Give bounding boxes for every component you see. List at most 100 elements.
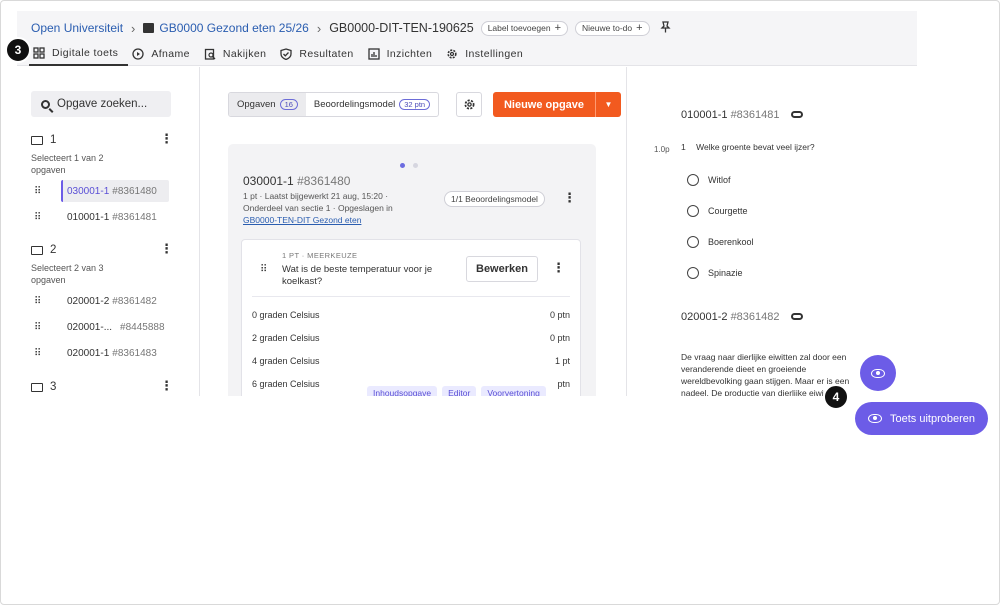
- breadcrumb-item-university[interactable]: Open Universiteit: [31, 21, 123, 35]
- section-header[interactable]: 1 ⋮: [31, 132, 181, 147]
- add-label-button[interactable]: Label toevoegen +: [480, 20, 569, 36]
- caret-down-icon[interactable]: ▼: [595, 92, 621, 117]
- count-badge: 32 ptn: [399, 99, 431, 110]
- drag-handle-icon[interactable]: ⠿: [31, 296, 51, 307]
- more-vertical-icon[interactable]: ⋮: [563, 191, 576, 204]
- tab-label: Inzichten: [386, 47, 433, 60]
- question-id: #8361482: [730, 311, 780, 323]
- chip-editor[interactable]: Editor: [442, 386, 477, 396]
- preview-panel: 010001-1 #8361481 1.0p 1 Welke groente b…: [627, 67, 917, 396]
- chip-inhoudsopgave[interactable]: Inhoudsopgave: [367, 386, 438, 396]
- tab-afname[interactable]: Afname: [128, 41, 200, 66]
- chart-icon: [367, 47, 380, 60]
- book-icon: [143, 23, 155, 33]
- try-test-button[interactable]: Toets uitproberen: [855, 402, 988, 435]
- grid-icon: [33, 46, 45, 59]
- question-number: 1: [681, 142, 686, 152]
- card-title: 030001-1 #8361480: [243, 174, 350, 188]
- answer-label: 0 graden Celsius: [252, 310, 320, 320]
- question-code: 010001-1: [67, 211, 110, 223]
- section-3: 3 ⋮: [31, 379, 181, 394]
- new-question-button[interactable]: Nieuwe opgave ▼: [493, 92, 621, 117]
- tab-label: Afname: [151, 47, 190, 60]
- list-item[interactable]: ⠿ 020001-... #8445888: [31, 316, 181, 338]
- folder-icon: [31, 382, 43, 392]
- model-pill[interactable]: 1/1 Beoordelingsmodel: [444, 191, 545, 207]
- section-1: 1 ⋮ Selecteert 1 van 2 opgaven ⠿ 030001-…: [31, 132, 181, 228]
- view-toggle: Opgaven 16 Beoordelingsmodel 32 ptn: [228, 92, 440, 117]
- preview-fab[interactable]: [860, 355, 896, 391]
- tab-instellingen[interactable]: Instellingen: [442, 41, 533, 66]
- radio-option[interactable]: Courgette: [687, 205, 748, 217]
- editor-panel: Opgaven 16 Beoordelingsmodel 32 ptn Nieu…: [200, 67, 627, 396]
- question-line: 1 Welke groente bevat veel ijzer?: [681, 142, 815, 152]
- list-item[interactable]: ⠿ 010001-1 #8361481: [31, 206, 181, 228]
- search-input[interactable]: Opgave zoeken...: [31, 91, 171, 117]
- screenshot-frame: Open Universiteit › GB0000 Gezond eten 2…: [0, 0, 1000, 605]
- more-vertical-icon[interactable]: ⋮: [160, 132, 173, 145]
- breadcrumb-item-course[interactable]: GB0000 Gezond eten 25/26: [159, 21, 308, 35]
- breadcrumb: Open Universiteit › GB0000 Gezond eten 2…: [31, 19, 671, 37]
- play-circle-icon: [132, 47, 144, 60]
- carousel-dot[interactable]: [400, 163, 405, 168]
- section-2: 2 ⋮ Selecteert 2 van 3 opgaven ⠿ 020001-…: [31, 242, 181, 364]
- question-code: 020001-1: [67, 347, 110, 359]
- tab-opgaven[interactable]: Opgaven 16: [229, 93, 306, 116]
- answer-label: 6 graden Celsius: [252, 379, 320, 389]
- more-vertical-icon[interactable]: ⋮: [160, 242, 173, 255]
- section-number: 3: [50, 381, 57, 393]
- gear-icon: [446, 48, 458, 60]
- link-icon[interactable]: [790, 313, 803, 320]
- pin-icon[interactable]: [659, 20, 671, 36]
- list-item[interactable]: ⠿ 020001-2 #8361482: [31, 290, 181, 312]
- question-id: #8361483: [112, 347, 157, 359]
- tab-resultaten[interactable]: Resultaten: [276, 41, 363, 66]
- list-item[interactable]: ⠿ 020001-1 #8361483: [31, 342, 181, 364]
- section-header[interactable]: 2 ⋮: [31, 242, 181, 257]
- tab-digitale-toets[interactable]: Digitale toets: [29, 41, 129, 66]
- main-tabs: Digitale toets Afname Nakijken Resultate…: [29, 41, 533, 66]
- folder-icon: [31, 135, 43, 145]
- radio-button[interactable]: [687, 236, 699, 248]
- option-label: Boerenkool: [708, 237, 754, 247]
- drag-handle-icon[interactable]: ⠿: [31, 348, 51, 359]
- tab-inzichten[interactable]: Inzichten: [364, 41, 443, 66]
- question-text: Welke groente bevat veel ijzer?: [696, 142, 815, 152]
- step-badge-3: 3: [5, 37, 31, 63]
- divider: [252, 296, 570, 297]
- list-item[interactable]: ⠿ 030001-1 #8361480: [31, 180, 181, 202]
- plus-icon: +: [636, 21, 643, 34]
- chevron-right-icon: ›: [316, 20, 322, 36]
- drag-handle-icon[interactable]: ⠿: [31, 212, 51, 223]
- radio-button[interactable]: [687, 267, 699, 279]
- section-selection-text: Selecteert 1 van 2 opgaven: [31, 153, 104, 175]
- link-icon[interactable]: [790, 111, 803, 118]
- radio-option[interactable]: Boerenkool: [687, 236, 754, 248]
- drag-handle-icon[interactable]: ⠿: [31, 322, 51, 333]
- try-test-label: Toets uitproberen: [890, 412, 975, 425]
- tab-label: Opgaven: [237, 99, 276, 110]
- chevron-right-icon: ›: [131, 20, 136, 36]
- radio-option[interactable]: Witlof: [687, 174, 731, 186]
- section-header[interactable]: 3 ⋮: [31, 379, 181, 394]
- edit-button[interactable]: Bewerken: [466, 256, 538, 282]
- shield-check-icon: [280, 47, 293, 60]
- more-vertical-icon[interactable]: ⋮: [160, 379, 173, 392]
- option-label: Courgette: [708, 206, 748, 216]
- question-card: 030001-1 #8361480 1 pt · Laatst bijgewer…: [228, 144, 596, 396]
- drag-handle-icon[interactable]: ⠿: [31, 186, 51, 197]
- more-vertical-icon[interactable]: ⋮: [552, 261, 565, 274]
- question-code: 010001-1: [681, 109, 728, 121]
- tab-nakijken[interactable]: Nakijken: [200, 41, 276, 66]
- chip-voorvertoning[interactable]: Voorvertoning: [481, 386, 546, 396]
- carousel-dot[interactable]: [413, 163, 418, 168]
- storage-link[interactable]: GB0000-TEN-DIT Gezond eten: [243, 215, 361, 225]
- radio-button[interactable]: [687, 205, 699, 217]
- tab-beoordelingsmodel[interactable]: Beoordelingsmodel 32 ptn: [306, 93, 438, 116]
- drag-handle-icon[interactable]: ⠿: [260, 264, 267, 275]
- radio-option[interactable]: Spinazie: [687, 267, 743, 279]
- answer-points: 1 pt: [554, 356, 570, 366]
- radio-button[interactable]: [687, 174, 699, 186]
- add-todo-button[interactable]: Nieuwe to-do +: [575, 20, 650, 36]
- settings-button[interactable]: [456, 92, 482, 117]
